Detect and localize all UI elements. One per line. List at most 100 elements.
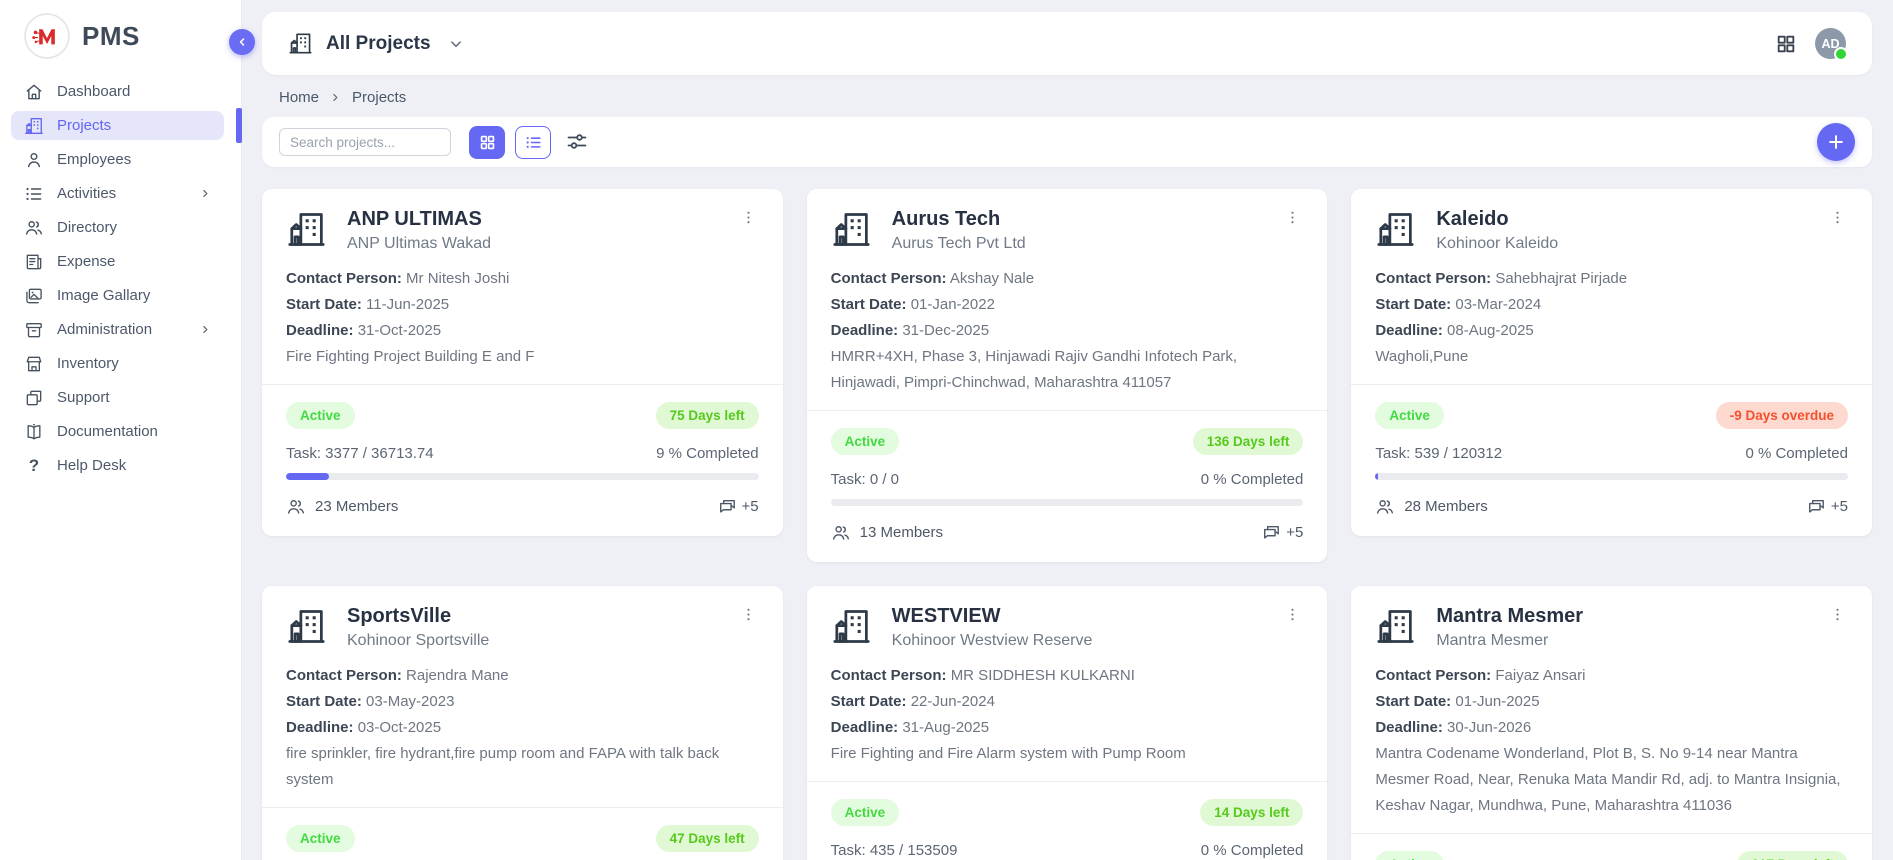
receipt-icon [24, 252, 44, 272]
project-card-westview[interactable]: WESTVIEW Kohinoor Westview Reserve Conta… [807, 586, 1328, 860]
card-menu-button[interactable] [1827, 604, 1848, 625]
apps-grid-icon [1775, 33, 1797, 55]
project-description: Fire Fighting and Fire Alarm system with… [831, 741, 1304, 767]
sidebar-item-expense[interactable]: Expense [11, 247, 224, 276]
chat-button[interactable]: +5 [1805, 496, 1848, 517]
sidebar-item-image-gallary[interactable]: Image Gallary [11, 281, 224, 310]
project-title: ANP ULTIMAS [347, 207, 491, 231]
sidebar-item-label: Documentation [57, 423, 158, 440]
contact-person-label: Contact Person: [1375, 667, 1491, 684]
chat-button[interactable]: +5 [1260, 522, 1303, 543]
sidebar-item-inventory[interactable]: Inventory [11, 349, 224, 378]
sidebar-item-label: Activities [57, 185, 116, 202]
card-menu-button[interactable] [1282, 207, 1303, 228]
status-badge: Active [831, 428, 900, 455]
status-badge: Active [286, 402, 355, 429]
sidebar-item-employees[interactable]: Employees [11, 145, 224, 174]
project-card-anp-ultimas[interactable]: ANP ULTIMAS ANP Ultimas Wakad Contact Pe… [262, 189, 783, 536]
sidebar-item-label: Directory [57, 219, 117, 236]
card-menu-button[interactable] [738, 604, 759, 625]
sidebar-item-support[interactable]: Support [11, 383, 224, 412]
add-project-button[interactable] [1817, 123, 1855, 161]
deadline-label: Deadline: [1375, 322, 1443, 339]
card-menu-button[interactable] [1282, 604, 1303, 625]
copy-icon [24, 388, 44, 408]
project-scope-dropdown[interactable]: All Projects [288, 31, 465, 56]
dots-vertical-icon [1829, 606, 1846, 623]
project-subtitle: Kohinoor Kaleido [1436, 235, 1558, 253]
project-title: Kaleido [1436, 207, 1558, 231]
building-icon [286, 209, 327, 250]
project-title: Mantra Mesmer [1436, 604, 1583, 628]
task-count: Task: 0 / 0 [831, 471, 899, 488]
progress-fill [1375, 473, 1377, 480]
project-description: Fire Fighting Project Building E and F [286, 344, 759, 370]
chevron-right-icon [199, 187, 212, 200]
grid-view-button[interactable] [469, 126, 505, 159]
home-icon [24, 82, 44, 102]
projects-toolbar [262, 117, 1872, 167]
chevron-right-icon [329, 91, 342, 104]
project-card-mantra-mesmer[interactable]: Mantra Mesmer Mantra Mesmer Contact Pers… [1351, 586, 1872, 860]
sidebar-collapse-button[interactable] [229, 29, 255, 55]
sidebar-nav: Dashboard Projects Employees Activities … [0, 77, 241, 480]
start-date-label: Start Date: [831, 296, 907, 313]
contact-person-value: Mr Nitesh Joshi [406, 270, 509, 287]
project-description: Mantra Codename Wonderland, Plot B, S. N… [1375, 741, 1848, 819]
chevron-down-icon [447, 35, 465, 53]
start-date-label: Start Date: [1375, 693, 1451, 710]
card-menu-button[interactable] [738, 207, 759, 228]
deadline-label: Deadline: [831, 719, 899, 736]
status-badge: Active [1375, 851, 1444, 860]
pms-logo-icon [24, 13, 70, 59]
progress-bar [286, 473, 759, 480]
completed-percent: 0 % Completed [1201, 471, 1304, 488]
sidebar-item-activities[interactable]: Activities [11, 179, 224, 208]
sidebar-item-dashboard[interactable]: Dashboard [11, 77, 224, 106]
card-menu-button[interactable] [1827, 207, 1848, 228]
store-icon [24, 354, 44, 374]
members-icon [1375, 497, 1395, 517]
app-name: PMS [82, 21, 140, 52]
start-date-label: Start Date: [286, 296, 362, 313]
list-view-button[interactable] [515, 126, 551, 159]
start-date-value: 11-Jun-2025 [366, 296, 449, 313]
chat-count: +5 [742, 498, 759, 515]
days-badge: -9 Days overdue [1716, 402, 1848, 429]
project-title: WESTVIEW [892, 604, 1093, 628]
start-date-value: 22-Jun-2024 [911, 693, 995, 710]
book-icon [24, 422, 44, 442]
sidebar-item-administration[interactable]: Administration [11, 315, 224, 344]
project-card-aurus-tech[interactable]: Aurus Tech Aurus Tech Pvt Ltd Contact Pe… [807, 189, 1328, 562]
projects-grid: ANP ULTIMAS ANP Ultimas Wakad Contact Pe… [262, 189, 1872, 860]
deadline-value: 03-Oct-2025 [358, 719, 441, 736]
search-input[interactable] [279, 128, 451, 156]
avatar[interactable]: AD [1815, 28, 1846, 59]
contact-person-label: Contact Person: [286, 667, 402, 684]
filter-button[interactable] [565, 128, 593, 156]
chat-button[interactable]: +5 [716, 496, 759, 517]
deadline-value: 31-Oct-2025 [358, 322, 441, 339]
sidebar-item-label: Support [57, 389, 110, 406]
contact-person-value: Akshay Nale [950, 270, 1034, 287]
sidebar-item-label: Image Gallary [57, 287, 150, 304]
breadcrumb-projects[interactable]: Projects [352, 89, 406, 106]
building-icon [1375, 209, 1416, 250]
building-icon [1375, 606, 1416, 647]
start-date-label: Start Date: [286, 693, 362, 710]
breadcrumb-home[interactable]: Home [279, 89, 319, 106]
sidebar-item-projects[interactable]: Projects [11, 111, 224, 140]
status-badge: Active [831, 799, 900, 826]
apps-grid-button[interactable] [1775, 33, 1797, 55]
sidebar-item-help-desk[interactable]: ? Help Desk [11, 451, 224, 480]
contact-person-value: MR SIDDHESH KULKARNI [951, 667, 1135, 684]
sidebar-item-directory[interactable]: Directory [11, 213, 224, 242]
help-icon: ? [24, 456, 44, 476]
project-subtitle: Kohinoor Sportsville [347, 632, 489, 650]
gallery-icon [24, 286, 44, 306]
project-card-kaleido[interactable]: Kaleido Kohinoor Kaleido Contact Person:… [1351, 189, 1872, 536]
sidebar-item-documentation[interactable]: Documentation [11, 417, 224, 446]
project-card-sportsville[interactable]: SportsVille Kohinoor Sportsville Contact… [262, 586, 783, 860]
page-title: All Projects [326, 33, 431, 55]
project-subtitle: Kohinoor Westview Reserve [892, 632, 1093, 650]
